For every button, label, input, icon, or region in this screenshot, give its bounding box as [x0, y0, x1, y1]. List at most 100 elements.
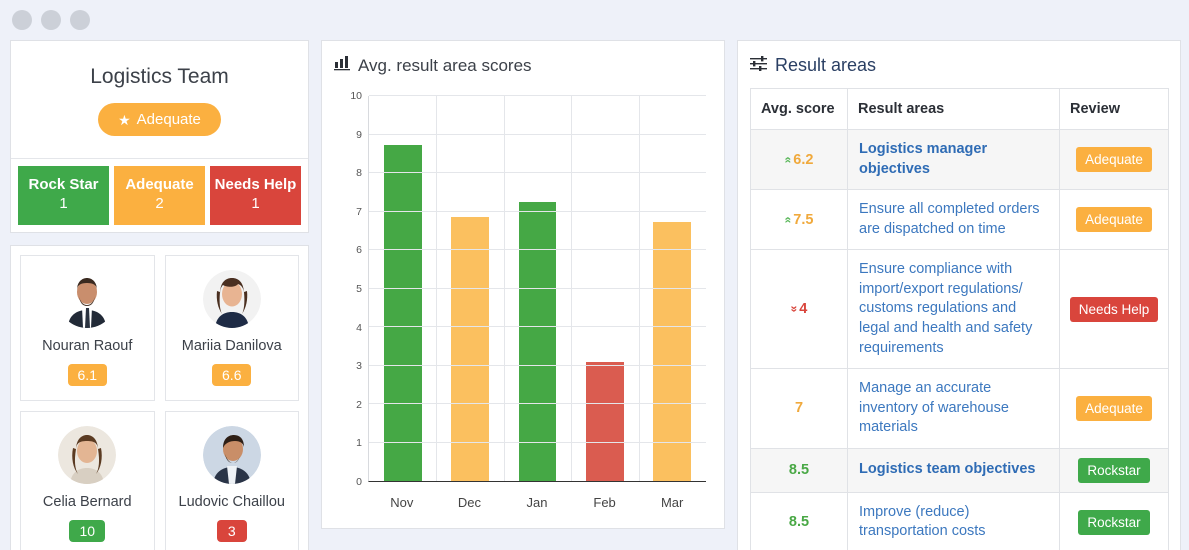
cell-review: Adequate	[1059, 189, 1169, 251]
member-name: Mariia Danilova	[181, 337, 282, 354]
chart-bar-slot	[369, 96, 436, 481]
status-badge[interactable]: Rockstar	[1078, 509, 1150, 535]
result-area-link[interactable]: Logistics manager objectives	[859, 141, 987, 177]
table-row[interactable]: »4 Ensure compliance with import/export r…	[750, 249, 1169, 370]
member-card[interactable]: Nouran Raouf 6.1	[20, 254, 155, 401]
result-area-link[interactable]: Ensure compliance with import/export reg…	[859, 261, 1032, 355]
result-area-link[interactable]: Logistics team objectives	[859, 461, 1035, 477]
chart-gridline	[369, 210, 706, 212]
member-card[interactable]: Mariia Danilova 6.6	[164, 254, 299, 401]
cell-result-area: Improve (reduce) transportation costs	[847, 491, 1060, 550]
team-rating-button[interactable]: ★ Adequate	[98, 103, 221, 136]
cell-review: Needs Help	[1059, 249, 1169, 370]
table-row[interactable]: «6.2 Logistics manager objectives Adequate	[750, 128, 1169, 191]
result-area-link[interactable]: Ensure all completed orders are dispatch…	[859, 201, 1040, 237]
avatar	[58, 269, 117, 328]
chart-gridline	[369, 403, 706, 404]
table-header-row: Avg. score Result areas Review	[750, 88, 1169, 130]
trend-up-icon: «	[780, 216, 795, 224]
score-value: 6.2	[793, 151, 814, 168]
result-areas-column: Result areas Avg. score Result areas Rev…	[737, 40, 1181, 550]
status-badge[interactable]: Adequate	[1076, 207, 1152, 233]
cell-avg-score: »4	[750, 249, 848, 370]
table-body: «6.2 Logistics manager objectives Adequate…	[750, 128, 1169, 550]
star-icon: ★	[118, 111, 131, 128]
chart-y-tick: 10	[350, 90, 362, 102]
chart-bar[interactable]	[518, 201, 557, 481]
member-name: Nouran Raouf	[42, 337, 133, 354]
stat-needs-help[interactable]: Needs Help 1	[210, 166, 301, 225]
result-area-link[interactable]: Improve (reduce) transportation costs	[859, 504, 986, 540]
team-members-grid: Nouran Raouf 6.1 Mariia Danilova 6.6 Cel…	[20, 254, 299, 550]
score-value: 8.5	[788, 462, 810, 479]
cell-result-area: Ensure compliance with import/export reg…	[847, 249, 1060, 370]
cell-review: Rockstar	[1059, 447, 1169, 493]
member-score-badge: 10	[69, 519, 106, 542]
stat-label: Adequate	[125, 176, 194, 193]
maximize-dot[interactable]	[70, 10, 90, 30]
team-stats-row: Rock Star 1 Adequate 2 Needs Help 1	[11, 158, 308, 232]
member-score-badge: 6.1	[67, 363, 107, 386]
close-dot[interactable]	[12, 10, 32, 30]
cell-review: Rockstar	[1059, 491, 1169, 550]
col-review: Review	[1059, 88, 1169, 130]
cell-avg-score: «6.2	[750, 128, 848, 191]
chart-bar[interactable]	[383, 144, 422, 481]
chart-x-tick: Jan	[526, 495, 548, 510]
window-titlebar	[0, 0, 1189, 40]
avatar	[202, 269, 261, 328]
avatar	[58, 425, 117, 484]
cell-result-area: Logistics manager objectives	[847, 128, 1060, 191]
chart-bar[interactable]	[586, 361, 624, 481]
chart-y-tick: 6	[356, 244, 362, 257]
member-card[interactable]: Celia Bernard 10	[20, 410, 155, 550]
chart-gridline	[369, 287, 706, 289]
chart-title-row: Avg. result area scores	[334, 55, 712, 76]
status-badge[interactable]: Adequate	[1076, 147, 1152, 173]
chart-gridline	[369, 249, 706, 250]
minimize-dot[interactable]	[41, 10, 61, 30]
member-card[interactable]: Ludovic Chaillou 3	[164, 410, 299, 550]
status-badge[interactable]: Rockstar	[1078, 457, 1150, 483]
chart-y-tick: 1	[356, 437, 362, 450]
result-area-link[interactable]: Manage an accurate inventory of warehous…	[859, 380, 1009, 435]
result-areas-title: Result areas	[775, 55, 877, 75]
table-head: Avg. score Result areas Review	[750, 88, 1169, 130]
chart-y-tick: 2	[356, 398, 362, 411]
chart-gridline	[369, 172, 706, 173]
sliders-icon	[750, 55, 767, 76]
cell-review: Adequate	[1059, 368, 1169, 449]
chart-gridline	[369, 133, 706, 135]
chart-gridline	[638, 96, 640, 481]
chart-y-tick: 0	[356, 476, 362, 488]
member-name: Ludovic Chaillou	[178, 493, 285, 510]
score-value: 8.5	[788, 514, 810, 531]
table-row[interactable]: «7.5 Ensure all completed orders are disp…	[750, 189, 1169, 251]
team-members-panel: Nouran Raouf 6.1 Mariia Danilova 6.6 Cel…	[10, 244, 309, 550]
chart-gridline	[503, 96, 505, 481]
stat-label: Rock Star	[28, 176, 99, 193]
chart-gridline	[571, 96, 573, 481]
table-row[interactable]: 8.5 Logistics team objectives Rockstar	[750, 447, 1169, 493]
team-rating-label: Adequate	[136, 111, 201, 128]
table-row[interactable]: 7 Manage an accurate inventory of warehou…	[750, 368, 1169, 449]
result-areas-title-row: Result areas	[750, 55, 1168, 76]
team-rating-wrap: ★ Adequate	[11, 89, 308, 158]
chart-gridline	[436, 96, 438, 481]
stat-adequate[interactable]: Adequate 2	[114, 166, 205, 225]
stat-count: 1	[59, 194, 68, 212]
chart-bar-slot	[504, 96, 571, 481]
chart-title: Avg. result area scores	[358, 55, 532, 75]
chart-x-tick: Feb	[593, 495, 616, 510]
table-row[interactable]: 8.5 Improve (reduce) transportation costs…	[750, 491, 1169, 550]
chart-bar-slot	[639, 96, 706, 481]
stat-rock-star[interactable]: Rock Star 1	[18, 166, 109, 225]
avg-score-chart-panel: Avg. result area scores 10 9 8 7 6 5 4 3 2 1 0 Nov…	[321, 40, 725, 529]
stat-count: 2	[155, 194, 164, 212]
stat-count: 1	[251, 194, 260, 212]
page-title: Logistics Team	[90, 65, 229, 88]
trend-down-icon: »	[786, 305, 801, 313]
status-badge[interactable]: Adequate	[1076, 395, 1152, 421]
cell-avg-score: 8.5	[750, 447, 848, 493]
status-badge[interactable]: Needs Help	[1069, 296, 1159, 322]
